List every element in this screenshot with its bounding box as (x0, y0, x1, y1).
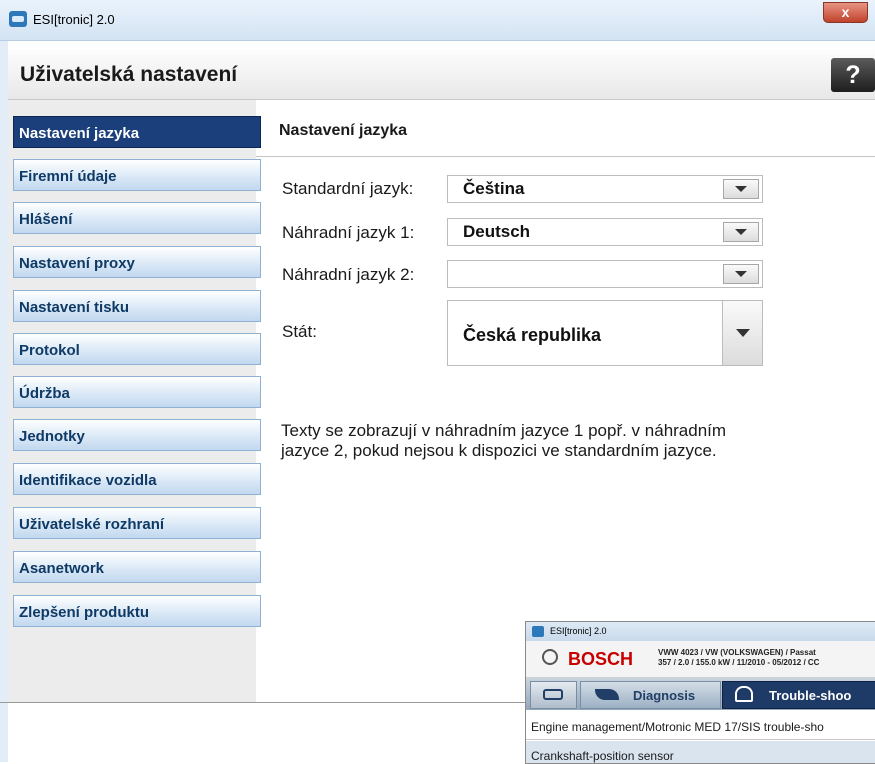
sidebar-item-asanetwork[interactable]: Asanetwork (13, 551, 261, 583)
help-button[interactable]: ? (831, 58, 875, 92)
sidebar-item-print[interactable]: Nastavení tisku (13, 290, 261, 322)
tab-troubleshooting-label: Trouble-shoo (769, 688, 852, 703)
chevron-down-icon[interactable] (723, 222, 759, 242)
troubleshooting-icon (735, 686, 753, 702)
sidebar-item-protocol[interactable]: Protokol (13, 333, 261, 365)
divider (256, 156, 875, 157)
sidebar-item-product-improvement[interactable]: Zlepšení produktu (13, 595, 261, 627)
chevron-down-icon[interactable] (722, 301, 762, 365)
section-title: Nastavení jazyka (279, 122, 408, 139)
standard-language-value: Čeština (463, 179, 525, 198)
diagnosis-icon (595, 689, 619, 700)
country-label: Stát: (282, 322, 317, 341)
sidebar-item-maintenance[interactable]: Údržba (13, 376, 261, 408)
tab-diagnosis-label: Diagnosis (633, 688, 696, 703)
alt-language-2-label: Náhradní jazyk 2: (282, 265, 415, 284)
window-title: ESI[tronic] 2.0 (33, 12, 115, 27)
sidebar-item-company-data[interactable]: Firemní údaje (13, 159, 261, 191)
app-icon (9, 11, 27, 27)
car-icon[interactable] (530, 681, 577, 709)
vehicle-info-line: VWW 4023 / VW (VOLKSWAGEN) / Passat (658, 648, 816, 657)
thumbnail-tabs: Diagnosis Trouble-shoo (526, 678, 875, 710)
list-item[interactable]: Crankshaft-position sensor (526, 741, 875, 763)
country-value: Česká republika (463, 325, 602, 345)
list-item[interactable]: Engine management/Motronic MED 17/SIS tr… (526, 712, 875, 740)
alt-language-2-select[interactable] (447, 260, 763, 288)
thumbnail-header: BOSCH VWW 4023 / VW (VOLKSWAGEN) / Passa… (526, 641, 875, 678)
window-frame (0, 40, 8, 762)
tab-diagnosis[interactable]: Diagnosis (580, 681, 721, 709)
taskbar-preview-thumbnail[interactable]: ESI[tronic] 2.0 BOSCH VWW 4023 / VW (VOL… (525, 621, 875, 764)
close-button[interactable]: x (823, 2, 868, 23)
bosch-brand: BOSCH (568, 649, 634, 669)
sidebar-item-units[interactable]: Jednotky (13, 419, 261, 451)
alt-language-1-select[interactable]: Deutsch (447, 218, 763, 246)
chevron-down-icon[interactable] (723, 264, 759, 284)
tab-troubleshooting[interactable]: Trouble-shoo (722, 681, 875, 709)
vehicle-info: VWW 4023 / VW (VOLKSWAGEN) / Passat 357 … (658, 648, 819, 668)
bosch-logo-icon (542, 649, 558, 665)
alt-language-1-label: Náhradní jazyk 1: (282, 223, 415, 242)
sidebar-item-messages[interactable]: Hlášení (13, 202, 261, 234)
sidebar-item-language[interactable]: Nastavení jazyka (13, 116, 261, 148)
chevron-down-icon[interactable] (723, 179, 759, 199)
sidebar-item-vehicle-identification[interactable]: Identifikace vozidla (13, 463, 261, 495)
info-text: Texty se zobrazují v náhradním jazyce 1 … (281, 421, 727, 460)
thumbnail-title: ESI[tronic] 2.0 (550, 626, 607, 636)
page-header: Uživatelská nastavení ? (8, 49, 875, 100)
standard-language-select[interactable]: Čeština (447, 175, 763, 203)
page-title: Uživatelská nastavení (20, 63, 238, 86)
standard-language-label: Standardní jazyk: (282, 179, 414, 198)
country-select[interactable]: Česká republika (447, 300, 763, 366)
sidebar-item-user-interface[interactable]: Uživatelské rozhraní (13, 507, 261, 539)
sidebar-item-proxy[interactable]: Nastavení proxy (13, 246, 261, 278)
app-icon (532, 626, 544, 637)
thumbnail-titlebar: ESI[tronic] 2.0 (526, 622, 875, 641)
window-titlebar: ESI[tronic] 2.0 x (0, 0, 875, 41)
alt-language-1-value: Deutsch (463, 222, 531, 241)
vehicle-info-line: 357 / 2.0 / 155.0 kW / 11/2010 - 05/2012… (658, 658, 820, 667)
